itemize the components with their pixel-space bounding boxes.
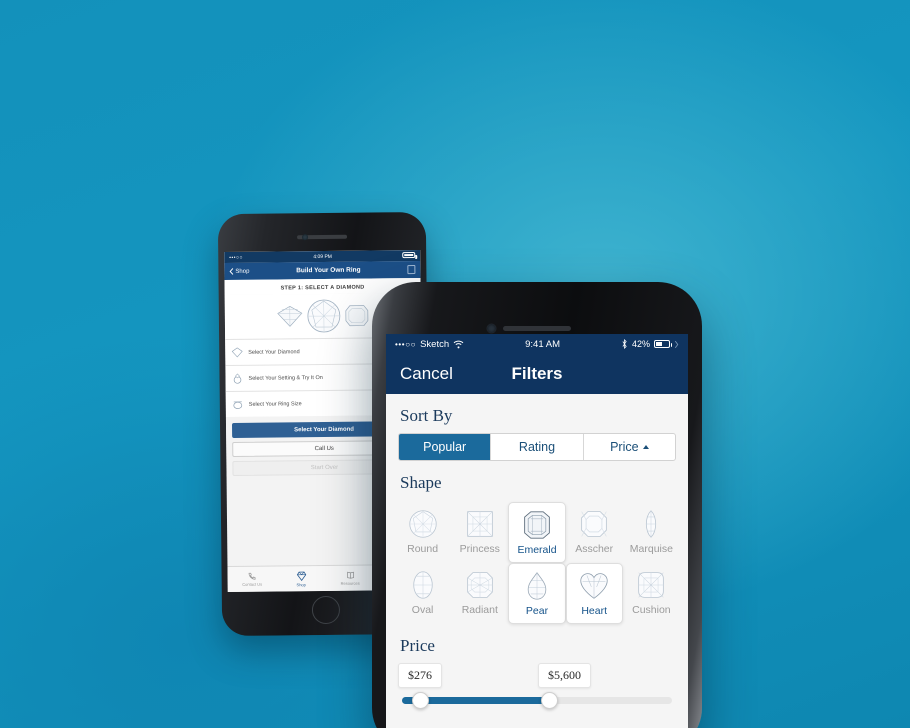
list-item-label: Select Your Setting & Try It On [248, 374, 323, 382]
front-camera [487, 324, 496, 333]
shape-label: Emerald [517, 544, 557, 556]
shape-option-princess[interactable]: Princess [451, 502, 508, 563]
princess-diamond-icon [467, 511, 493, 537]
cushion-diamond-icon [638, 572, 665, 598]
round-diamond-image [307, 299, 341, 333]
foreground-phone-device: •••○○ Sketch 9:41 AM 42% Cancel Filters … [372, 282, 702, 728]
tab-resources[interactable]: Resources [325, 565, 374, 591]
back-signal-dots: •••○○ [229, 254, 244, 261]
emerald-diamond-icon [524, 511, 550, 539]
shape-option-asscher[interactable]: Asscher [566, 502, 623, 563]
carrier-label: Sketch [420, 338, 450, 350]
price-filter: $276 $5,600 [386, 663, 688, 709]
signal-strength-dots: •••○○ [395, 339, 417, 349]
page-title: Filters [511, 364, 563, 383]
shape-label: Princess [459, 543, 500, 555]
shape-option-cushion[interactable]: Cushion [623, 563, 680, 624]
shape-option-oval[interactable]: Oval [394, 563, 451, 624]
price-range-slider[interactable] [398, 692, 676, 709]
oval-diamond-icon [412, 571, 433, 599]
phone-icon [248, 572, 256, 580]
app-mockup-background: •••○○ 4:09 PM Shop Build Your Own Ring S… [0, 0, 910, 728]
slider-knob-max[interactable] [541, 692, 558, 709]
shape-option-pear[interactable]: Pear [508, 563, 566, 624]
front-camera [302, 234, 309, 241]
price-min-bubble: $276 [398, 663, 442, 688]
sort-segmented-control: Popular Rating Price [398, 433, 676, 461]
navigation-bar: Cancel Filters [386, 354, 688, 394]
tab-label: Resources [340, 580, 360, 586]
back-nav-title: Build Your Own Ring [296, 266, 361, 275]
shape-label: Pear [525, 605, 549, 617]
diamond-step-icon [231, 347, 243, 358]
shape-option-radiant[interactable]: Radiant [451, 563, 508, 624]
back-nav-back-label: Shop [235, 268, 250, 275]
shape-heading: Shape [400, 473, 442, 492]
ring-step-icon [233, 373, 242, 384]
earpiece-speaker [503, 326, 571, 331]
shape-label: Radiant [461, 604, 498, 616]
list-item-label: Select Your Ring Size [248, 400, 302, 408]
asscher-diamond-icon [581, 511, 607, 537]
round-diamond-icon [408, 510, 437, 538]
price-heading: Price [400, 636, 435, 655]
shape-label: Cushion [632, 604, 671, 616]
shape-option-heart[interactable]: Heart [565, 563, 623, 624]
wifi-icon [453, 340, 464, 348]
sort-option-label: Rating [518, 440, 556, 454]
tab-label: Shop [296, 581, 306, 587]
battery-icon [654, 340, 672, 348]
chevron-right-icon [674, 340, 679, 348]
sort-option-rating[interactable]: Rating [491, 434, 584, 460]
shape-label: Oval [411, 604, 434, 616]
diamond-icon [296, 571, 306, 581]
back-nav-action-icon[interactable] [407, 265, 416, 275]
slider-knob-min[interactable] [412, 692, 429, 709]
pear-diamond-icon [527, 572, 547, 600]
shape-label: Marquise [629, 543, 673, 555]
tab-label: Contact Us [242, 581, 263, 587]
shape-grid: Round Princess Emerald Asscher Marquise … [386, 500, 688, 624]
book-icon [346, 571, 354, 579]
princess-diamond-image [277, 305, 303, 327]
sort-option-price[interactable]: Price [584, 434, 675, 460]
shape-option-emerald[interactable]: Emerald [508, 502, 566, 563]
emerald-diamond-image [345, 305, 369, 327]
sort-by-heading: Sort By [400, 406, 453, 425]
status-bar: •••○○ Sketch 9:41 AM 42% [386, 334, 688, 354]
battery-percent: 42% [631, 339, 650, 349]
shape-option-round[interactable]: Round [394, 502, 451, 563]
status-time: 9:41 AM [525, 338, 560, 350]
cancel-button[interactable]: Cancel [400, 364, 453, 384]
tab-shop[interactable]: Shop [276, 566, 325, 592]
filters-screen: •••○○ Sketch 9:41 AM 42% Cancel Filters … [386, 334, 688, 728]
filters-body: Sort By Popular Rating Price Shape Round… [386, 394, 688, 728]
shape-label: Round [407, 543, 439, 555]
back-status-time: 4:09 PM [313, 253, 332, 260]
back-nav-bar: Shop Build Your Own Ring [224, 260, 421, 281]
marquise-diamond-icon [646, 510, 657, 538]
sort-option-label: Price [610, 440, 639, 454]
shape-option-marquise[interactable]: Marquise [623, 502, 680, 563]
sort-option-label: Popular [423, 440, 467, 454]
chevron-left-icon [229, 268, 234, 275]
tab-contact-us[interactable]: Contact Us [227, 567, 276, 593]
home-button[interactable] [311, 595, 341, 625]
back-battery-icon [402, 251, 416, 260]
shape-label: Asscher [575, 543, 614, 555]
sort-option-popular[interactable]: Popular [399, 434, 492, 460]
price-max-bubble: $5,600 [538, 663, 591, 688]
list-item-label: Select Your Diamond [248, 348, 300, 356]
sort-ascending-caret-icon [642, 445, 649, 449]
bluetooth-icon [622, 339, 627, 349]
price-value-bubbles: $276 $5,600 [398, 663, 676, 691]
shape-label: Heart [581, 605, 608, 617]
ring-size-step-icon [233, 401, 243, 409]
radiant-diamond-icon [467, 572, 493, 598]
back-nav-back-button[interactable]: Shop [229, 268, 249, 275]
heart-diamond-icon [580, 573, 608, 599]
